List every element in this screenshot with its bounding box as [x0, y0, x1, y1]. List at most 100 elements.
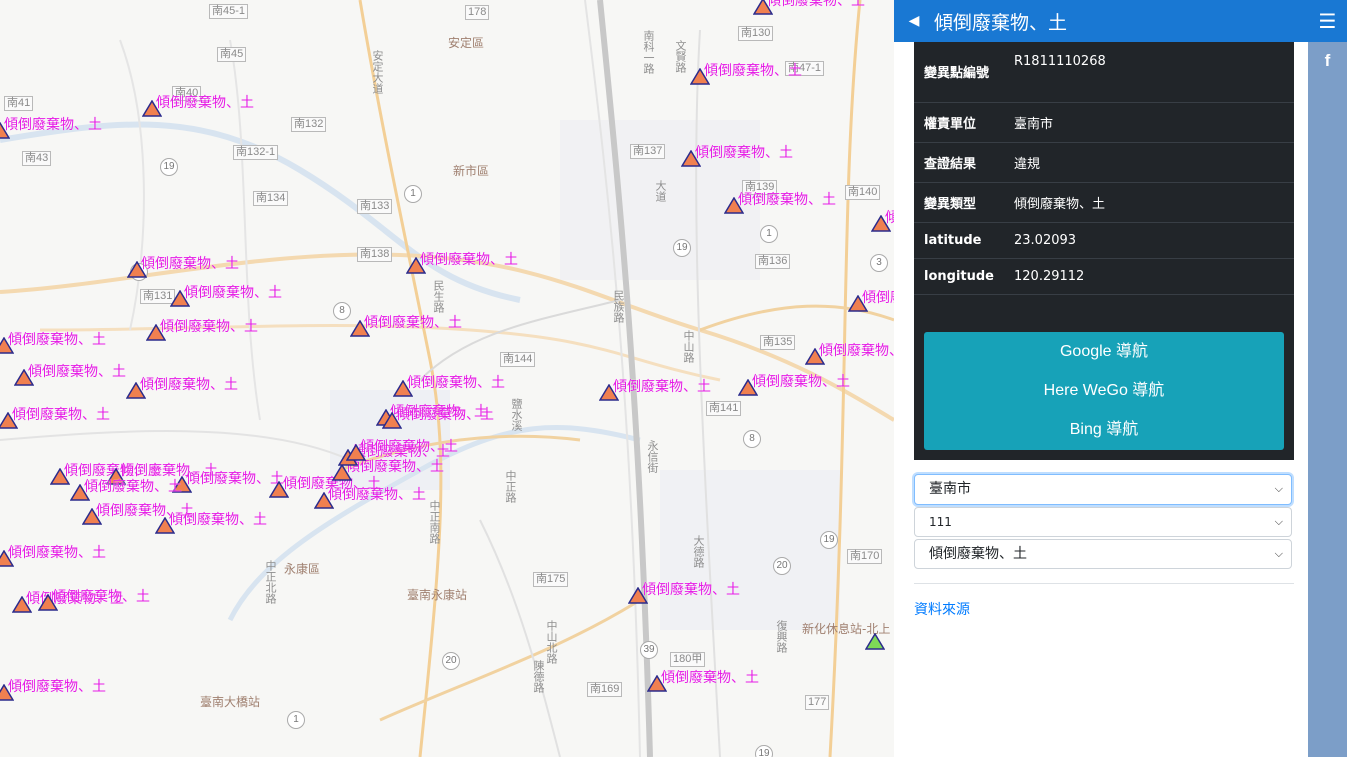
road-name-label: 中正路: [504, 470, 517, 503]
info-row-type: 變異類型 傾倒廢棄物、土: [914, 182, 1294, 223]
marker-label: 傾倒廢棄物、土: [885, 210, 894, 226]
road-number-label: 南170: [847, 549, 883, 564]
road-number-label: 南43: [22, 151, 52, 166]
marker-label: 傾倒廢棄物、土: [140, 377, 238, 393]
road-number-label: 177: [805, 695, 830, 710]
highway-shield-icon: 19: [820, 531, 838, 549]
road-number-label: 南132: [291, 117, 327, 132]
road-number-label: 南141: [706, 401, 742, 416]
road-name-label: 中山路: [682, 330, 695, 363]
marker-label: 傾倒廢棄物、土: [8, 332, 106, 348]
share-strip: [1308, 0, 1347, 757]
highway-shield-icon: 20: [442, 652, 460, 670]
marker-label: 傾倒廢棄物、土: [752, 374, 850, 390]
marker-label: 傾倒廢棄物、土: [396, 407, 494, 423]
panel-header: ◀ 傾倒廢棄物、土: [894, 0, 1308, 42]
info-row-authority: 權責單位 臺南市: [914, 102, 1294, 143]
marker-label: 傾倒廢棄物、土: [8, 545, 106, 561]
road-number-label: 南144: [500, 352, 536, 367]
marker-label: 傾倒廢棄物、土: [160, 319, 258, 335]
road-number-label: 南45-1: [209, 4, 249, 19]
highway-shield-icon: 8: [743, 430, 761, 448]
info-row-result: 查證結果 違規: [914, 142, 1294, 183]
marker-label: 傾倒廢棄物、土: [360, 439, 458, 455]
info-value: 違規: [1004, 142, 1294, 183]
road-name-label: 南科一路: [642, 30, 655, 74]
road-name-label: 中正南路: [428, 500, 441, 544]
marker-label: 傾倒廢棄物、土: [52, 589, 150, 605]
marker-label: 傾倒廢棄物、土: [184, 285, 282, 301]
marker-label: 傾倒廢棄物、土: [156, 95, 254, 111]
highway-shield-icon: 1: [287, 711, 305, 729]
info-key: longitude: [914, 258, 1004, 295]
data-source-link[interactable]: 資料來源: [914, 599, 970, 619]
triangle-marker-icon: [865, 633, 885, 650]
info-row-latitude: latitude 23.02093: [914, 222, 1294, 259]
info-key: 權責單位: [914, 102, 1004, 143]
marker-label: 傾倒廢棄物、土: [862, 290, 894, 306]
road-number-label: 南133: [357, 199, 393, 214]
marker-label: 傾倒廢棄物、土: [661, 670, 759, 686]
marker-label: 傾倒廢棄物、土: [819, 343, 894, 359]
highway-shield-icon: 20: [773, 557, 791, 575]
chevron-down-icon: ⌵: [1274, 515, 1283, 528]
info-box: 變異點編號 R1811110268 權責單位 臺南市 查證結果 違規 變異類型 …: [914, 42, 1294, 460]
marker-label: 傾倒廢棄物、土: [407, 375, 505, 391]
type-select-value: 傾倒廢棄物、土: [929, 546, 1027, 562]
road-name-label: 安定大道: [371, 50, 384, 94]
road-number-label: 南138: [357, 247, 393, 262]
city-select-value: 臺南市: [929, 481, 971, 497]
road-name-label: 永信街: [646, 440, 659, 473]
chevron-down-icon: ⌵: [1274, 547, 1283, 560]
highway-shield-icon: 8: [333, 302, 351, 320]
road-name-label: 民生路: [432, 280, 445, 313]
city-select[interactable]: 臺南市 ⌵: [914, 474, 1292, 505]
marker-label: 傾倒廢棄物、土: [141, 256, 239, 272]
station-label: 臺南永康站: [407, 588, 468, 602]
road-number-label: 南169: [587, 682, 623, 697]
marker-label: 傾倒廢棄物、土: [28, 364, 126, 380]
info-value: 23.02093: [1004, 222, 1294, 259]
road-number-label: 南130: [738, 26, 774, 41]
marker-label: 傾倒廢棄物、土: [642, 582, 740, 598]
bing-nav-button[interactable]: Bing 導航: [924, 410, 1284, 449]
road-number-label: 南41: [4, 96, 34, 111]
road-number-label: 178: [465, 5, 490, 20]
road-number-label: 南136: [755, 254, 791, 269]
navigation-button-group: Google 導航 Here WeGo 導航 Bing 導航: [924, 332, 1284, 450]
type-select[interactable]: 傾倒廢棄物、土 ⌵: [914, 539, 1292, 569]
hamburger-menu-icon[interactable]: ☰: [1308, 0, 1347, 42]
google-nav-button[interactable]: Google 導航: [924, 332, 1284, 371]
highway-shield-icon: 1: [760, 225, 778, 243]
highway-shield-icon: 39: [640, 641, 658, 659]
road-name-label: 民族路: [612, 290, 625, 323]
map-view[interactable]: 安定區 新市區 永康區 臺南永康站 臺南大橋站 新化休息站-北上 南45-1 178 南130 南…: [0, 0, 894, 757]
info-value: 傾倒廢棄物、土: [1004, 182, 1294, 223]
marker-label: 傾倒廢棄物、土: [169, 512, 267, 528]
marker-label: 傾倒廢棄物、土: [4, 117, 102, 133]
info-row-longitude: longitude 120.29112: [914, 258, 1294, 295]
district-label: 新市區: [453, 164, 490, 178]
district-label: 安定區: [448, 36, 485, 50]
facebook-share-icon[interactable]: f: [1308, 46, 1347, 76]
highway-shield-icon: 19: [755, 745, 773, 757]
marker-label: 傾倒廢棄物、土: [738, 192, 836, 208]
herewego-nav-button[interactable]: Here WeGo 導航: [924, 371, 1284, 410]
marker-label: 傾倒廢棄物、土: [328, 487, 426, 503]
marker-label: 傾倒廢棄物、土: [704, 63, 802, 79]
marker-label: 傾倒廢棄物、土: [8, 679, 106, 695]
road-name-label: 大道: [654, 180, 667, 202]
caret-left-icon[interactable]: ◀: [894, 13, 934, 29]
marker-label: 傾倒廢棄物、土: [767, 0, 865, 9]
road-name-label: 中正北路: [264, 560, 277, 604]
year-select-value: 111: [929, 515, 952, 529]
info-row-id: 變異點編號 R1811110268: [914, 42, 1294, 103]
info-value: 臺南市: [1004, 102, 1294, 143]
info-value: R1811110268: [1004, 42, 1294, 103]
info-key: latitude: [914, 222, 1004, 259]
road-name-label: 鹽水溪: [510, 398, 523, 431]
info-table: 變異點編號 R1811110268 權責單位 臺南市 查證結果 違規 變異類型 …: [914, 42, 1294, 295]
info-key: 變異類型: [914, 182, 1004, 223]
year-select[interactable]: 111 ⌵: [914, 507, 1292, 537]
road-number-label: 南135: [760, 335, 796, 350]
